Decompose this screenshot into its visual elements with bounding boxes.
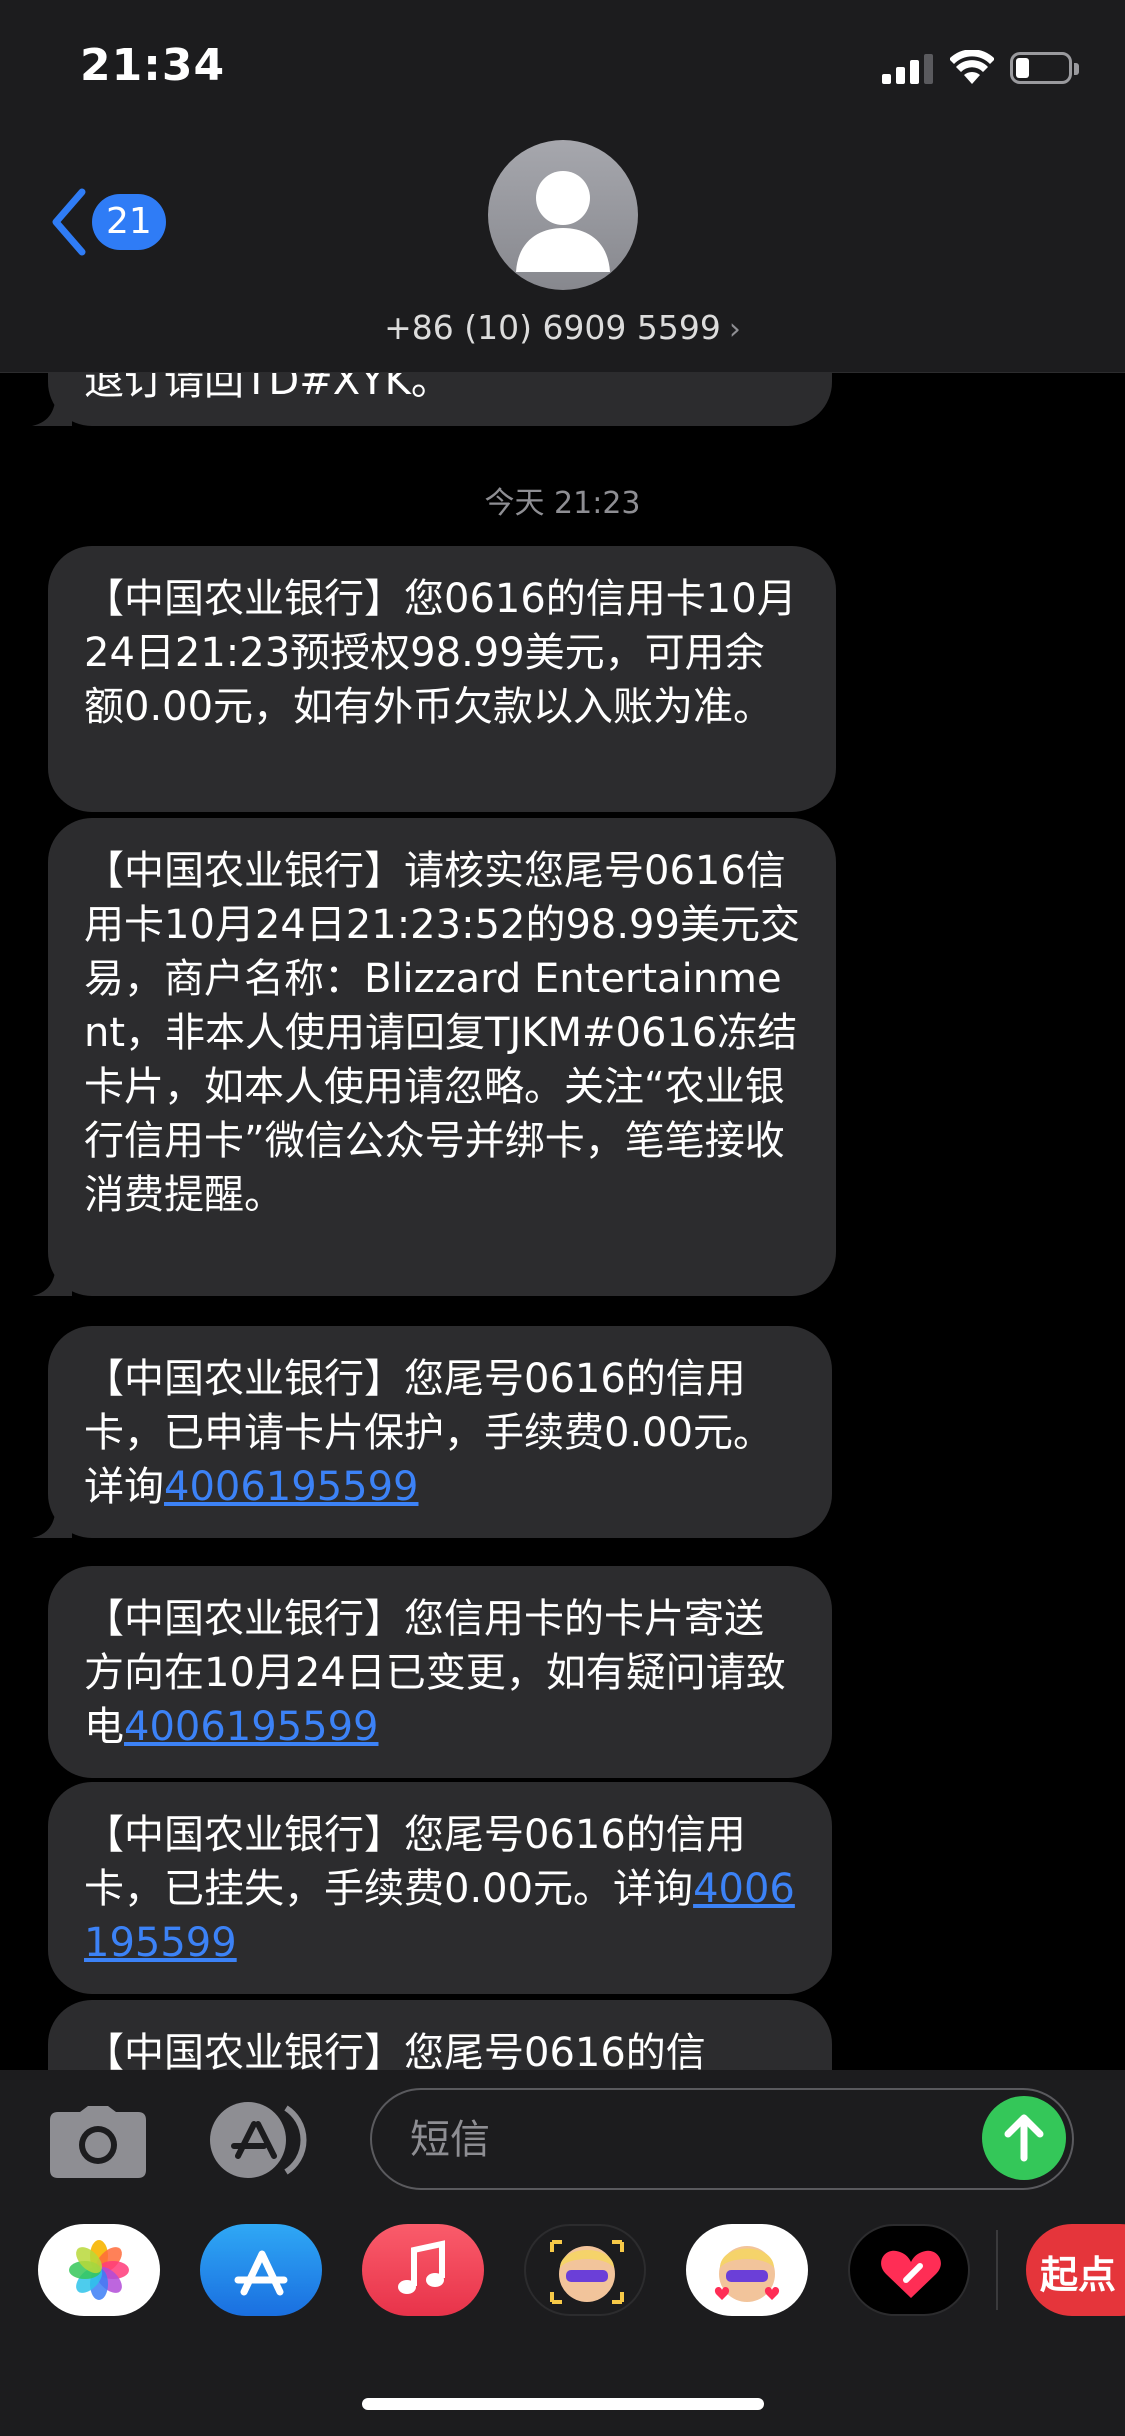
person-icon xyxy=(516,171,610,272)
chevron-right-icon: › xyxy=(728,312,741,347)
unread-count-badge: 21 xyxy=(92,194,166,250)
status-time: 21:34 xyxy=(80,40,226,91)
message-bubble[interactable]: 【中国农业银行】您0616的信用卡10月24日21:23预授权98.99美元，可… xyxy=(48,546,836,812)
bubble-tail xyxy=(32,1260,72,1296)
memoji-camera-app-icon[interactable] xyxy=(524,2224,646,2316)
wifi-icon xyxy=(950,50,994,84)
message-bubble[interactable]: 【中国农业银行】您尾号0616的信用卡，已挂失，手续费0.00元。详询40061… xyxy=(48,1782,832,1994)
heart-icon xyxy=(881,2250,941,2298)
battery-icon xyxy=(1010,52,1080,86)
arrow-up-icon xyxy=(1004,2114,1044,2162)
music-note-icon xyxy=(398,2240,445,2294)
message-bubble[interactable]: 【中国农业银行】请核实您尾号0616信用卡10月24日21:23:52的98.9… xyxy=(32,818,836,1296)
message-text: 【中国农业银行】您0616的信用卡10月24日21:23预授权98.99美元，可… xyxy=(84,576,797,730)
phone-link[interactable]: 4006195599 xyxy=(124,1704,379,1750)
photos-app-icon[interactable] xyxy=(38,2224,160,2316)
message-bubble[interactable]: 【中国农业银行】您尾号0616的信 xyxy=(48,2000,832,2070)
contact-avatar[interactable] xyxy=(488,140,638,290)
cellular-signal-icon xyxy=(882,54,934,84)
memoji-sticker-icon xyxy=(714,2246,780,2302)
memoji-stickers-app-icon[interactable] xyxy=(686,2224,808,2316)
app-store-app-icon[interactable] xyxy=(200,2224,322,2316)
qidian-app-icon[interactable]: 起点 xyxy=(1026,2224,1125,2316)
digital-touch-app-icon[interactable] xyxy=(848,2224,970,2316)
contact-name-button[interactable]: +86 (10) 6909 5599 › xyxy=(0,308,1125,347)
app-store-button[interactable] xyxy=(208,2100,316,2180)
chevron-left-icon xyxy=(52,188,86,256)
message-text: 【中国农业银行】您尾号0616的信用卡，已挂失，手续费0.00元。详询 xyxy=(84,1812,746,1912)
compose-bar xyxy=(0,2070,1125,2200)
status-bar: 21:34 xyxy=(0,0,1125,130)
app-store-icon xyxy=(210,2102,307,2178)
conversation-header: 21 +86 (10) 6909 5599 › xyxy=(0,130,1125,373)
qidian-app-label: 起点 xyxy=(1040,2253,1117,2297)
back-button[interactable]: 21 xyxy=(48,182,188,262)
message-input[interactable] xyxy=(408,2108,972,2172)
camera-icon[interactable] xyxy=(50,2106,146,2178)
contact-number: +86 (10) 6909 5599 xyxy=(384,308,721,347)
drawer-divider xyxy=(996,2230,998,2310)
photos-icon xyxy=(69,2240,129,2300)
imessage-app-drawer: 起点 xyxy=(0,2200,1125,2436)
phone-link[interactable]: 4006195599 xyxy=(164,1464,419,1510)
music-app-icon[interactable] xyxy=(362,2224,484,2316)
message-bubble[interactable]: 【中国农业银行】您尾号0616的信用卡，已申请卡片保护，手续费0.00元。详询4… xyxy=(32,1326,832,1538)
memoji-icon xyxy=(550,2240,624,2304)
bubble-tail xyxy=(32,390,72,426)
app-store-a-icon xyxy=(234,2250,288,2296)
message-text: 【中国农业银行】请核实您尾号0616信用卡10月24日21:23:52的98.9… xyxy=(84,848,800,1218)
send-button[interactable] xyxy=(982,2096,1066,2180)
bubble-tail xyxy=(32,1502,72,1538)
message-bubble[interactable]: 【中国农业银行】您信用卡的卡片寄送方向在10月24日已变更，如有疑问请致电400… xyxy=(48,1566,832,1778)
message-text: 【中国农业银行】您尾号0616的信 xyxy=(84,2030,706,2070)
home-indicator[interactable] xyxy=(362,2398,764,2410)
message-timestamp: 今天 21:23 xyxy=(484,486,641,521)
message-field[interactable] xyxy=(370,2088,1074,2190)
